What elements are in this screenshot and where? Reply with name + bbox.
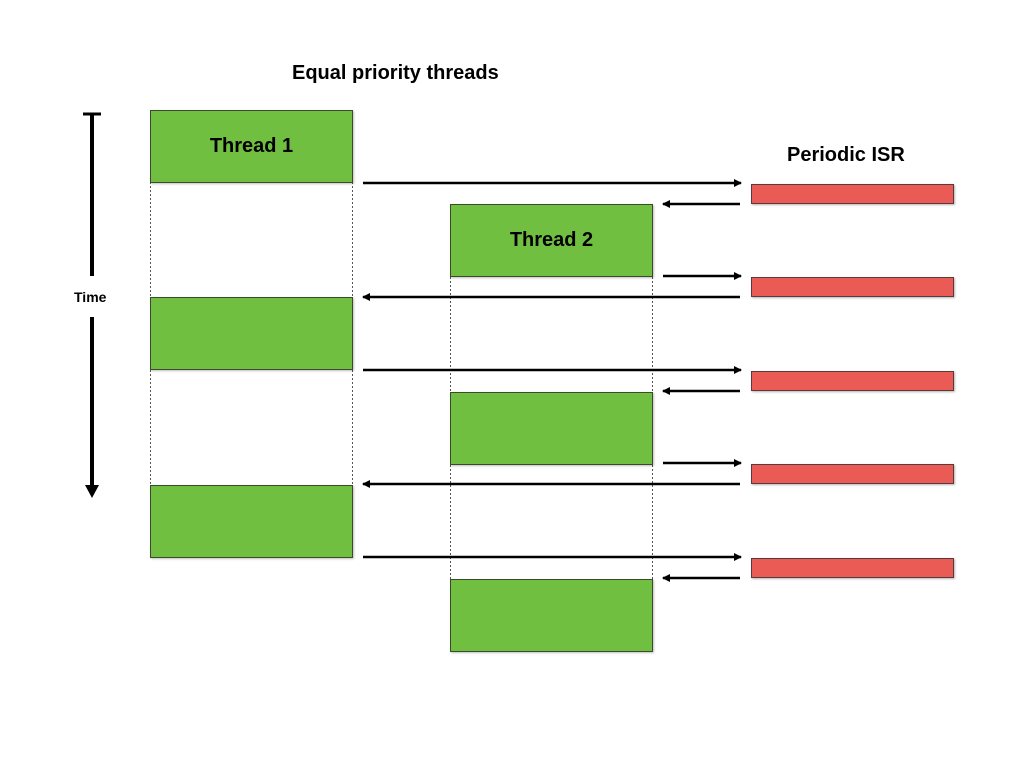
isr-bar-4	[751, 464, 954, 484]
isr-bar-2	[751, 277, 954, 297]
thread1-segment-3	[150, 485, 353, 558]
isr-bar-1	[751, 184, 954, 204]
thread2-segment-1: Thread 2	[450, 204, 653, 277]
time-axis	[83, 112, 101, 498]
thread2-label: Thread 2	[509, 229, 594, 251]
isr-bar-5	[751, 558, 954, 578]
thread2-segment-2	[450, 392, 653, 465]
thread1-segment-2	[150, 297, 353, 370]
thread1-label: Thread 1	[209, 135, 294, 157]
time-axis-arrowhead-icon	[85, 485, 99, 498]
isr-bar-3	[751, 371, 954, 391]
thread1-segment-1: Thread 1	[150, 110, 353, 183]
thread2-segment-3	[450, 579, 653, 652]
